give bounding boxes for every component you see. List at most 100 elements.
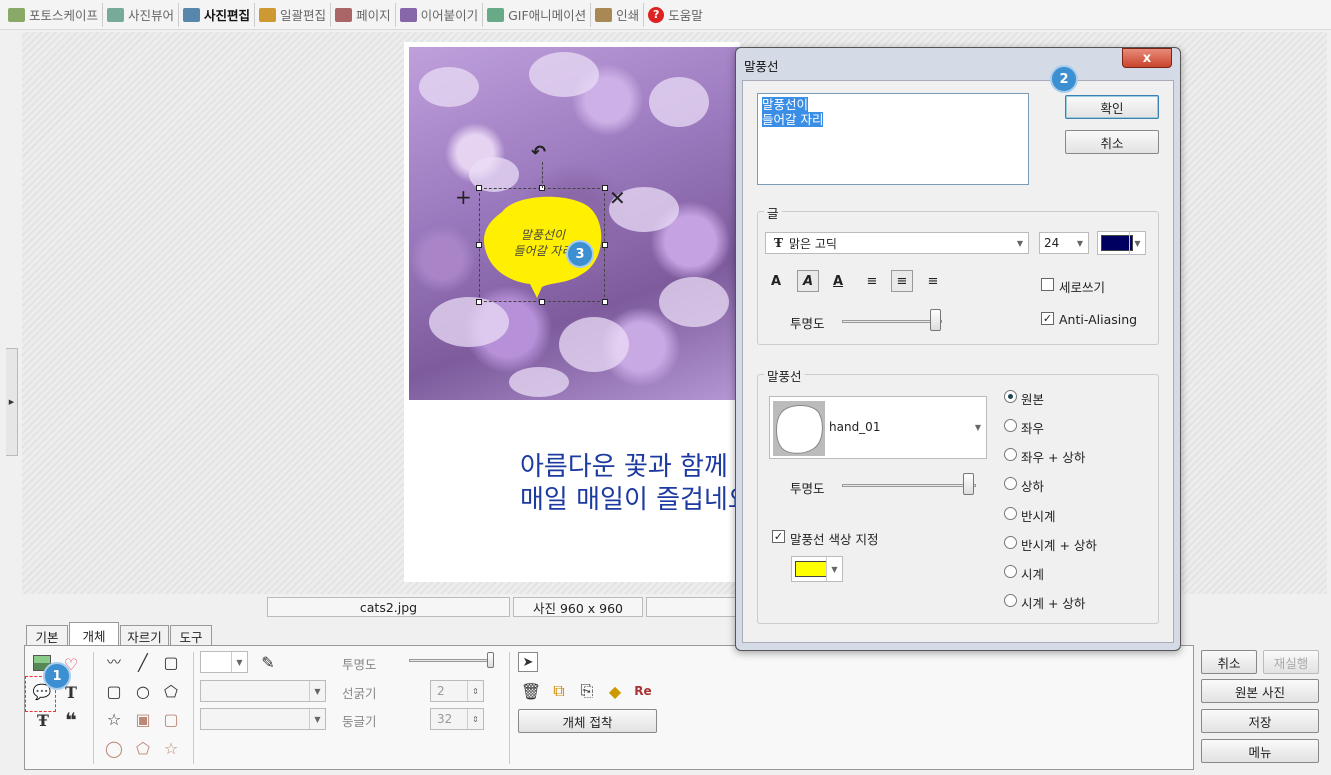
close-button[interactable]: x — [1122, 48, 1172, 68]
opacity-slider[interactable] — [487, 652, 494, 668]
color-dropdown[interactable]: ▼ — [200, 651, 248, 673]
pentagon-icon[interactable]: ⬠ — [161, 681, 181, 701]
resize-handle[interactable] — [476, 299, 482, 305]
save-button[interactable]: 저장 — [1201, 709, 1319, 733]
menu-print[interactable]: 인쇄 — [591, 2, 645, 27]
menu-help[interactable]: ? 도움말 — [644, 3, 707, 27]
radio-flip-hv[interactable] — [1004, 448, 1017, 461]
align-center-icon[interactable]: ≡ — [891, 270, 913, 292]
shape-preview — [773, 401, 825, 456]
dialog-cancel-button[interactable]: 취소 — [1065, 130, 1159, 154]
menu-batch[interactable]: 일괄편집 — [255, 2, 332, 27]
star-icon[interactable]: ☆ — [104, 709, 124, 729]
vertical-text-checkbox[interactable] — [1041, 278, 1054, 291]
eyedropper-icon[interactable]: ✎ — [258, 652, 278, 672]
menu-button[interactable]: 메뉴 — [1201, 739, 1319, 763]
line-width-input[interactable]: 2 ⇕ — [430, 680, 484, 702]
radio-original[interactable] — [1004, 390, 1017, 403]
caption-text[interactable]: 아름다운 꽃과 함께 매일 매일이 즐겁네요 — [520, 451, 735, 517]
redo-button[interactable]: 재실행 — [1263, 650, 1319, 674]
bubble-color-checkbox[interactable]: ✓ — [772, 530, 785, 543]
menu-viewer[interactable]: 사진뷰어 — [103, 2, 180, 27]
tab-tools[interactable]: 도구 — [170, 625, 212, 646]
menu-editor[interactable]: 사진편집 — [179, 2, 256, 27]
tab-crop[interactable]: 자르기 — [120, 625, 169, 646]
roundness-input[interactable]: 32 ⇕ — [430, 708, 484, 730]
reset-icon[interactable]: Re — [633, 681, 653, 701]
resize-handle[interactable] — [476, 185, 482, 191]
fill-style-dropdown[interactable]: ▼ — [200, 708, 326, 730]
menu-page[interactable]: 페이지 — [331, 2, 396, 27]
circle-icon[interactable]: ○ — [133, 681, 153, 701]
filled-circle-icon[interactable]: ◯ — [104, 738, 124, 758]
radio-flip-v-label: 상하 — [1021, 479, 1045, 494]
spinner-icon[interactable]: ⇕ — [467, 681, 483, 701]
undo-button[interactable]: 취소 — [1201, 650, 1257, 674]
menu-photoscape[interactable]: 포토스케이프 — [4, 2, 104, 27]
radio-flip-h[interactable] — [1004, 419, 1017, 432]
rotate-icon[interactable]: ↶ — [531, 142, 546, 163]
attach-object-button[interactable]: 개체 접착 — [518, 709, 657, 733]
radio-flip-v[interactable] — [1004, 477, 1017, 490]
italic-icon[interactable]: A — [797, 270, 819, 292]
align-left-icon[interactable]: ≡ — [861, 270, 883, 292]
step-badge-1: 1 — [43, 662, 71, 690]
line-icon[interactable]: ╱ — [133, 652, 153, 672]
bubble-opacity-slider[interactable] — [963, 473, 974, 495]
antialias-label: Anti-Aliasing — [1059, 312, 1138, 327]
side-panel-toggle[interactable]: ▶ — [6, 348, 18, 456]
tab-object[interactable]: 개체 — [69, 622, 119, 647]
chevron-down-icon: ▼ — [1076, 238, 1084, 248]
delete-icon[interactable]: ✕ — [609, 186, 626, 210]
resize-handle[interactable] — [539, 299, 545, 305]
font-size-dropdown[interactable]: 24 ▼ — [1039, 232, 1089, 254]
step-badge-3: 3 — [566, 240, 594, 268]
filled-star-icon[interactable]: ☆ — [161, 738, 181, 758]
line-style-dropdown[interactable]: ▼ — [200, 680, 326, 702]
pointer-icon[interactable]: ➤ — [518, 652, 538, 672]
antialias-checkbox[interactable]: ✓ — [1041, 312, 1054, 325]
hand-bubble-icon — [776, 405, 823, 454]
radio-ccw-v[interactable] — [1004, 536, 1017, 549]
bubble-text-input[interactable]: 말풍선이 들어갈 자리 — [757, 93, 1029, 185]
text-style-icon[interactable]: Ŧ — [33, 710, 53, 730]
rectangle-icon[interactable]: ▢ — [161, 652, 181, 672]
font-color-picker[interactable]: ▼ — [1097, 231, 1146, 255]
bubble-shape-dropdown[interactable]: hand_01 ▼ — [769, 396, 987, 459]
divider — [93, 652, 94, 764]
resize-handle[interactable] — [602, 185, 608, 191]
filled-rect-icon[interactable]: ▣ — [133, 709, 153, 729]
menu-combine[interactable]: 이어붙이기 — [396, 2, 484, 27]
menu-label: 이어붙이기 — [420, 8, 479, 23]
text-opacity-slider[interactable] — [930, 309, 941, 331]
bold-icon[interactable]: A — [765, 270, 787, 292]
trash-icon[interactable]: 🗑 — [521, 681, 541, 701]
font-dropdown[interactable]: Ŧ 맑은 고딕 ▼ — [765, 232, 1029, 254]
bubble-color-picker[interactable]: ▼ — [791, 556, 843, 582]
rounded-rect-icon[interactable]: ▢ — [104, 681, 124, 701]
filled-pentagon-icon[interactable]: ⬠ — [133, 738, 153, 758]
original-photo-button[interactable]: 원본 사진 — [1201, 679, 1319, 703]
move-icon[interactable]: + — [455, 185, 472, 209]
filled-rounded-rect-icon[interactable]: ▢ — [161, 709, 181, 729]
freehand-icon[interactable]: 〰 — [104, 652, 124, 672]
resize-handle[interactable] — [602, 299, 608, 305]
tab-basic[interactable]: 기본 — [26, 625, 68, 646]
menu-gif[interactable]: GIF애니메이션 — [483, 2, 592, 27]
underline-icon[interactable]: A — [827, 270, 849, 292]
spinner-icon[interactable]: ⇕ — [467, 709, 483, 729]
radio-cw-v[interactable] — [1004, 594, 1017, 607]
radio-ccw-v-label: 반시계 + 상하 — [1021, 538, 1097, 553]
layer-icon[interactable]: ⎘ — [577, 681, 597, 701]
resize-handle[interactable] — [602, 242, 608, 248]
text-group-title: 글 — [764, 203, 782, 222]
align-right-icon[interactable]: ≡ — [922, 270, 944, 292]
quote-icon[interactable]: ❝ — [61, 708, 81, 732]
chevron-down-icon: ▼ — [231, 652, 247, 672]
resize-handle[interactable] — [476, 242, 482, 248]
ok-button[interactable]: 확인 — [1065, 95, 1159, 119]
radio-cw[interactable] — [1004, 565, 1017, 578]
copy-icon[interactable]: ⧉ — [549, 681, 569, 701]
group-icon[interactable]: ◆ — [605, 681, 625, 701]
radio-ccw[interactable] — [1004, 507, 1017, 520]
